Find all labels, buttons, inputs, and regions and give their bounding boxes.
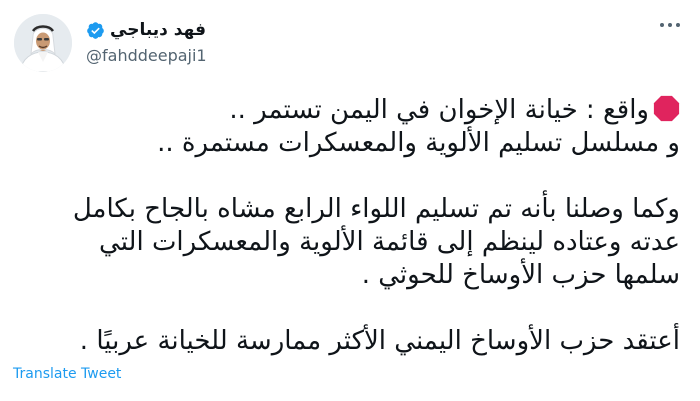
tweet-paragraph-1: واقع : خيانة الإخوان في اليمن تستمر .. و… xyxy=(20,94,680,160)
avatar[interactable] xyxy=(14,14,72,72)
author-handle[interactable]: @fahddeepaji1 xyxy=(86,46,207,65)
author-display-name[interactable]: فهد ديباجي xyxy=(110,20,206,40)
avatar-image xyxy=(14,14,72,72)
translate-tweet-link[interactable]: Translate Tweet xyxy=(13,366,121,382)
tweet-line: واقع : خيانة الإخوان في اليمن تستمر .. xyxy=(229,95,649,125)
tweet-paragraph-3: أعتقد حزب الأوساخ اليمني الأكثر ممارسة ل… xyxy=(20,325,680,358)
tweet-text: واقع : خيانة الإخوان في اليمن تستمر .. و… xyxy=(20,94,680,358)
tweet-line: سلمها حزب الأوساخ للحوثي . xyxy=(361,260,680,290)
tweet-line: أعتقد حزب الأوساخ اليمني الأكثر ممارسة ل… xyxy=(79,326,680,356)
tweet-line: و مسلسل تسليم الألوية والمعسكرات مستمرة … xyxy=(157,128,680,158)
more-options-icon[interactable] xyxy=(658,18,682,32)
tweet-line: عدته وعتاده لينظم إلى قائمة الألوية والم… xyxy=(99,227,680,257)
tweet-paragraph-2: وكما وصلنا بأنه تم تسليم اللواء الرابع م… xyxy=(20,193,680,292)
tweet-card: فهد ديباجي @fahddeepaji1 واقع : خيانة ال… xyxy=(0,0,700,401)
tweet-line: وكما وصلنا بأنه تم تسليم اللواء الرابع م… xyxy=(72,194,680,224)
verified-badge-icon xyxy=(87,21,104,39)
stop-sign-icon xyxy=(653,95,680,122)
author-name-row[interactable]: فهد ديباجي xyxy=(86,20,206,40)
